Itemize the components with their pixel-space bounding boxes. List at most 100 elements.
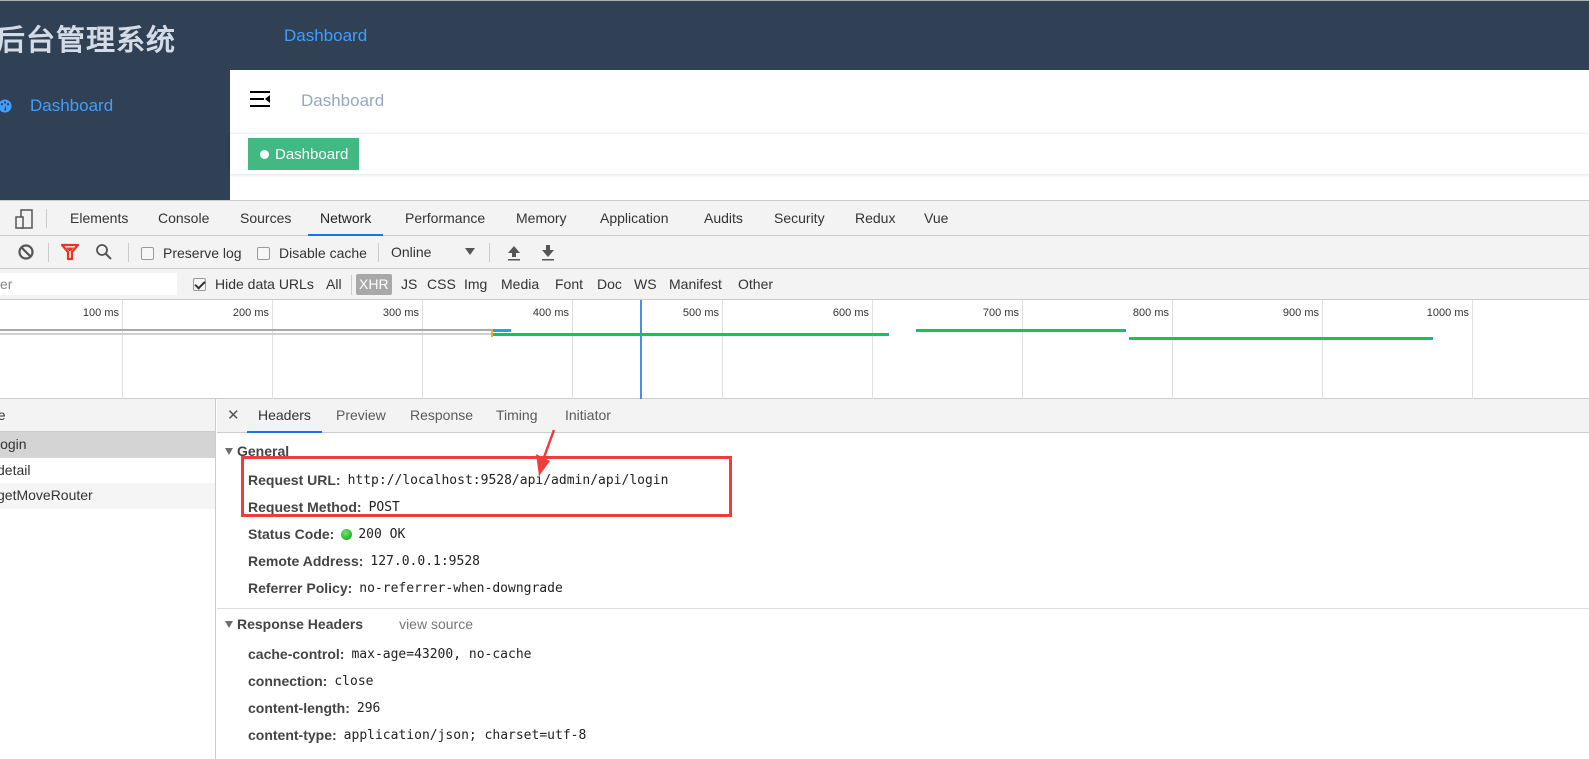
filter-type-other[interactable]: Other	[735, 274, 776, 295]
divider	[217, 608, 1589, 609]
sidebar-item-dashboard[interactable]: Dashboard	[0, 95, 113, 117]
filter-type-xhr[interactable]: XHR	[356, 274, 392, 295]
nav-link-dashboard[interactable]: Dashboard	[284, 26, 367, 46]
filter-type-js[interactable]: JS	[398, 274, 420, 295]
app-title: 后台管理系统	[0, 25, 177, 57]
tag-dashboard[interactable]: Dashboard	[248, 138, 360, 170]
tab-network[interactable]: Network	[308, 201, 384, 236]
request-row-getmoverouter[interactable]: getMoveRouter	[0, 483, 215, 509]
header-value: no-referrer-when-downgrade	[359, 580, 563, 596]
filter-type-css[interactable]: CSS	[424, 274, 459, 295]
filter-icon[interactable]	[61, 243, 79, 261]
timeline-gridline	[722, 300, 723, 399]
remote-address-row: Remote Address: 127.0.0.1:9528	[248, 553, 480, 569]
dropdown-arrow-icon[interactable]	[465, 248, 475, 255]
view-source-link[interactable]: view source	[399, 616, 473, 632]
timeline-gridline	[272, 300, 273, 399]
divider	[46, 209, 47, 228]
general-section-toggle[interactable]: General	[225, 443, 289, 459]
tab-memory[interactable]: Memory	[516, 201, 567, 236]
filter-bar: Hide data URLs All XHR JS CSS Img Media …	[0, 269, 1589, 300]
tab-preview[interactable]: Preview	[336, 399, 386, 433]
import-har-icon[interactable]	[505, 243, 523, 261]
tab-vue[interactable]: Vue	[924, 201, 948, 236]
section-title-general: General	[237, 443, 290, 459]
filter-input[interactable]	[0, 273, 177, 295]
referrer-policy-row: Referrer Policy: no-referrer-when-downgr…	[248, 580, 563, 596]
export-har-icon[interactable]	[539, 243, 557, 261]
checkbox-label: Disable cache	[279, 245, 367, 261]
detail-tabbar: ✕ Headers Preview Response Timing Initia…	[217, 399, 1589, 433]
app-main: Dashboard Dashboard	[230, 70, 1589, 200]
timeline-gridline	[872, 300, 873, 399]
header-key: cache-control:	[248, 646, 345, 662]
clear-icon[interactable]	[17, 243, 35, 261]
tab-sources[interactable]: Sources	[240, 201, 291, 236]
tab-response[interactable]: Response	[410, 399, 473, 433]
tab-application[interactable]: Application	[600, 201, 669, 236]
checkbox-box[interactable]	[141, 246, 154, 260]
hamburger-icon[interactable]	[250, 90, 270, 108]
tab-headers[interactable]: Headers	[247, 399, 322, 433]
response-header-row: connection: close	[248, 673, 373, 689]
timeline-tick-label: 800 ms	[1132, 307, 1169, 319]
request-detail-pane: ✕ Headers Preview Response Timing Initia…	[217, 399, 1589, 759]
breadcrumb: Dashboard	[301, 91, 385, 110]
timeline-request-bar	[1129, 337, 1433, 340]
devtools-tabbar: Elements Console Sources Network Perform…	[0, 201, 1589, 236]
close-icon[interactable]: ✕	[227, 406, 240, 424]
timeline-bar-download	[493, 329, 511, 332]
disable-cache-checkbox[interactable]: Disable cache	[257, 245, 367, 261]
divider	[378, 243, 379, 262]
tab-security[interactable]: Security	[774, 201, 825, 236]
hide-data-urls-checkbox[interactable]: Hide data URLs	[193, 276, 314, 292]
header-value: close	[334, 673, 374, 689]
timeline-gridline	[1322, 300, 1323, 399]
status-code-row: Status Code: 200 OK	[248, 526, 405, 542]
request-row-detail[interactable]: detail	[0, 458, 215, 484]
timeline-gridline	[572, 300, 573, 399]
filter-type-all[interactable]: All	[323, 274, 345, 295]
timeline-request-bar	[493, 333, 889, 336]
tab-console[interactable]: Console	[158, 201, 209, 236]
filter-type-doc[interactable]: Doc	[594, 274, 625, 295]
checkbox-box[interactable]	[193, 277, 206, 291]
timeline-request-bar	[916, 329, 1126, 332]
tab-timing[interactable]: Timing	[496, 399, 538, 433]
filter-type-img[interactable]: Img	[461, 274, 490, 295]
header-value: http://localhost:9528/api/admin/api/logi…	[347, 472, 669, 488]
tags-view: Dashboard	[230, 133, 1589, 174]
timeline-cursor[interactable]	[640, 300, 642, 399]
device-toolbar-icon[interactable]	[14, 209, 34, 229]
throttling-select[interactable]: Online	[391, 244, 431, 260]
header-value: 296	[356, 700, 381, 716]
tab-audits[interactable]: Audits	[704, 201, 743, 236]
app-sidebar: Dashboard	[0, 70, 230, 200]
request-row-login[interactable]: login	[0, 432, 215, 458]
header-key: content-length:	[248, 700, 350, 716]
header-value: POST	[368, 499, 400, 515]
triangle-down-icon	[225, 620, 233, 628]
header-value: application/json; charset=utf-8	[343, 727, 587, 743]
tab-elements[interactable]: Elements	[70, 201, 128, 236]
filter-type-font[interactable]: Font	[552, 274, 586, 295]
tab-redux[interactable]: Redux	[855, 201, 895, 236]
filter-type-media[interactable]: Media	[498, 274, 542, 295]
network-overview-timeline[interactable]: 100 ms 200 ms 300 ms 400 ms 500 ms 600 ms 700 …	[0, 300, 1589, 399]
network-toolbar: Preserve log Disable cache Online	[0, 236, 1589, 269]
search-icon[interactable]	[95, 243, 113, 261]
timeline-tick-label: 300 ms	[382, 307, 419, 319]
header-value: 200 OK	[358, 526, 406, 542]
tab-performance[interactable]: Performance	[405, 201, 485, 236]
filter-type-manifest[interactable]: Manifest	[666, 274, 725, 295]
checkbox-box[interactable]	[257, 246, 270, 260]
preserve-log-checkbox[interactable]: Preserve log	[141, 245, 242, 261]
filter-type-ws[interactable]: WS	[631, 274, 660, 295]
tab-initiator[interactable]: Initiator	[565, 399, 611, 433]
request-list: ne login detail getMoveRouter	[0, 399, 216, 759]
name-column-header[interactable]: ne	[0, 399, 215, 432]
timeline-tick-label: 100 ms	[82, 307, 119, 319]
header-key: Remote Address:	[248, 553, 364, 569]
response-headers-section-toggle[interactable]: Response Headers view source	[225, 616, 473, 632]
request-method-row: Request Method: POST	[248, 499, 400, 515]
